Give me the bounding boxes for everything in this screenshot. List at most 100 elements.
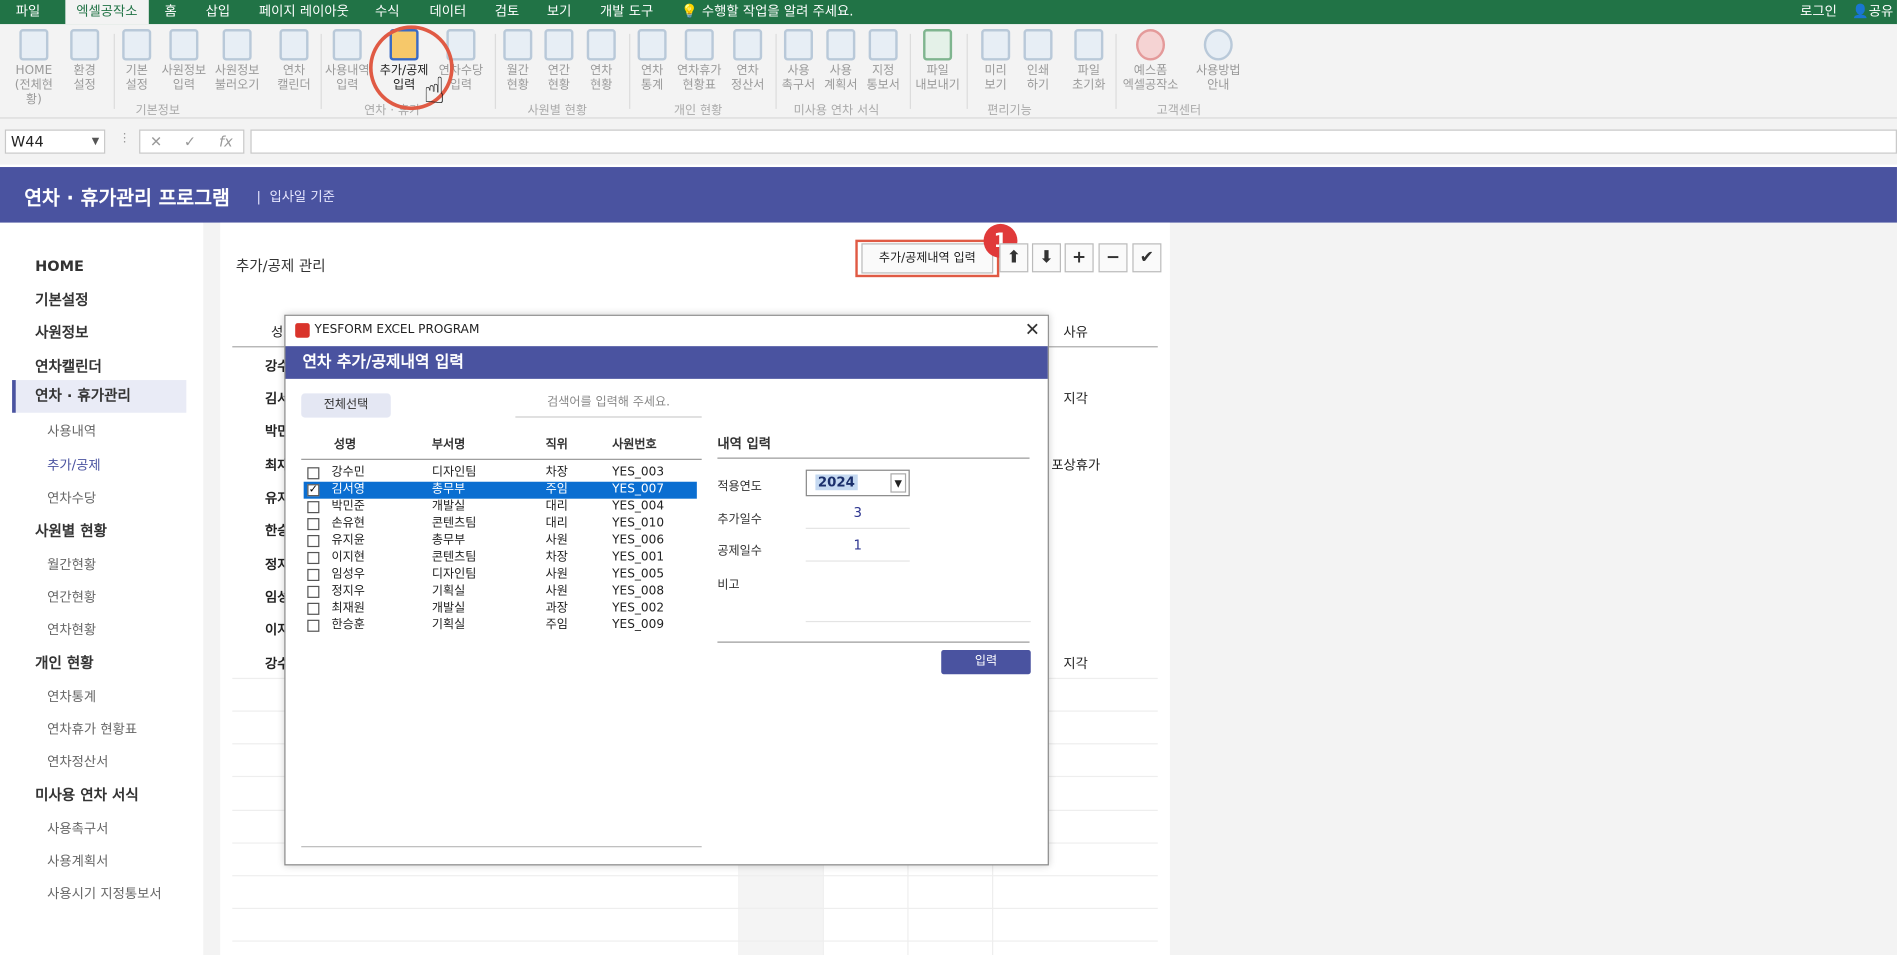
tab-formulas[interactable]: 수식: [375, 0, 399, 24]
checkbox[interactable]: [307, 501, 320, 514]
ribbon-usage-input-button[interactable]: 사용내역 입력: [322, 29, 373, 93]
sidebar-item-annual-status[interactable]: 연차현황: [47, 620, 96, 639]
tab-developer[interactable]: 개발 도구: [600, 0, 653, 24]
tab-data[interactable]: 데이터: [429, 0, 466, 24]
tab-excel-workshop[interactable]: 엑셀공작소: [65, 0, 149, 25]
checkbox[interactable]: [307, 534, 320, 548]
ribbon-reset-button[interactable]: 파일 초기화: [1063, 29, 1114, 93]
sidebar-item-urge[interactable]: 사용촉구서: [47, 818, 108, 837]
share-label: 공유: [1868, 3, 1894, 20]
sidebar-item-home[interactable]: HOME: [35, 258, 84, 275]
checkbox[interactable]: [307, 602, 320, 615]
ribbon-settlement-button[interactable]: 연차 정산서: [722, 29, 773, 93]
list-item[interactable]: 이지현 콘텐츠팀 차장 YES_001: [304, 550, 697, 567]
ribbon-employee-input-button[interactable]: 사원정보 입력: [158, 29, 209, 93]
ribbon-basic-settings-button[interactable]: 기본 설정: [111, 29, 162, 93]
sidebar-item-stats[interactable]: 연차통계: [47, 686, 96, 705]
tab-view[interactable]: 보기: [547, 0, 571, 24]
remark-field[interactable]: [805, 592, 1031, 623]
sidebar-item-by-employee[interactable]: 사원별 현황: [35, 520, 107, 541]
list-item[interactable]: 한승훈 기획실 주임 YES_009: [304, 617, 697, 634]
add-days-label: 추가일수: [717, 513, 762, 527]
list-item[interactable]: 정지우 기획실 사원 YES_008: [304, 583, 697, 600]
ribbon-employee-import-button[interactable]: 사원정보 불러오기: [212, 29, 263, 93]
sidebar-item-add-deduct[interactable]: 추가/공제: [47, 455, 100, 474]
column-header-position: 직위: [545, 438, 568, 452]
list-item[interactable]: 유지윤 총무부 사원 YES_006: [304, 533, 697, 550]
ribbon-print-button[interactable]: 인쇄 하기: [1013, 29, 1064, 93]
checkbox[interactable]: ✓: [307, 484, 320, 497]
deduct-days-field[interactable]: 1: [805, 533, 910, 562]
sidebar-item-leave-management[interactable]: 연차 · 휴가관리: [12, 380, 187, 413]
sidebar-item-monthly[interactable]: 월간현황: [47, 554, 96, 573]
list-item[interactable]: 최재원 개발실 과장 YES_002: [304, 600, 697, 617]
sidebar-item-usage[interactable]: 사용내역: [47, 421, 96, 440]
ribbon-stats-button[interactable]: 연차 통계: [627, 29, 678, 93]
checkbox[interactable]: [307, 585, 320, 598]
share-button[interactable]: 👤공유: [1852, 0, 1893, 23]
ribbon-group-label: 고객센터: [1156, 104, 1202, 118]
list-item[interactable]: 손유현 콘텐츠팀 대리 YES_010: [304, 516, 697, 533]
sidebar-item-notice[interactable]: 사용시기 지정통보서: [47, 884, 161, 903]
sidebar-item-personal[interactable]: 개인 현황: [35, 652, 93, 673]
separator: |: [256, 188, 261, 205]
sidebar-item-employee[interactable]: 사원정보: [35, 322, 88, 343]
list-item[interactable]: 박민준 개발실 대리 YES_004: [304, 499, 697, 516]
ribbon-home-button[interactable]: HOME (전체현황): [8, 29, 59, 108]
add-days-field[interactable]: 3: [805, 500, 910, 529]
arrow-down-icon: ⬇: [1039, 248, 1054, 268]
checkbox[interactable]: [307, 551, 320, 565]
program-subtitle-text: 입사일 기준: [269, 188, 335, 205]
sidebar-item-unused-forms[interactable]: 미사용 연차 서식: [35, 784, 139, 805]
page-title: 추가/공제 관리: [235, 257, 326, 275]
move-down-button[interactable]: ⬇: [1031, 243, 1061, 273]
sidebar-item-allowance[interactable]: 연차수당: [47, 488, 96, 507]
confirm-button[interactable]: ✔: [1132, 243, 1162, 273]
checkbox[interactable]: [307, 619, 320, 632]
ribbon-annual-status-button[interactable]: 연차 현황: [576, 29, 627, 93]
tell-me-box[interactable]: 💡 수행할 작업을 알려 주세요.: [681, 0, 853, 23]
chevron-down-icon[interactable]: ▼: [890, 473, 907, 493]
ribbon-export-button[interactable]: 파일 내보내기: [912, 29, 963, 93]
confirm-icon[interactable]: ✓: [184, 131, 196, 153]
sidebar-item-settlement[interactable]: 연차정산서: [47, 752, 108, 771]
sidebar-item-yearly[interactable]: 연간현황: [47, 587, 96, 606]
sidebar-item-status-table[interactable]: 연차휴가 현황표: [47, 719, 137, 738]
submit-button[interactable]: 입력: [941, 649, 1031, 675]
ribbon-env-settings-button[interactable]: 환경 설정: [59, 29, 110, 93]
tab-home[interactable]: 홈: [165, 0, 177, 24]
ribbon-status-table-button[interactable]: 연차휴가 현황표: [674, 29, 725, 93]
ribbon-brand-button[interactable]: 예스폼 엑셀공작소: [1119, 29, 1182, 93]
search-input[interactable]: 검색어를 입력해 주세요.: [515, 391, 702, 418]
remove-row-button[interactable]: −: [1098, 243, 1128, 273]
name-box[interactable]: W44 ▼: [4, 129, 106, 154]
sidebar-item-calendar[interactable]: 연차캘린더: [35, 356, 102, 377]
login-link[interactable]: 로그인: [1800, 0, 1837, 23]
list-item[interactable]: 강수민 디자인팀 차장 YES_003: [304, 465, 697, 482]
checkbox[interactable]: [307, 568, 320, 581]
chevron-down-icon[interactable]: ▼: [92, 131, 99, 153]
tab-review[interactable]: 검토: [495, 0, 519, 24]
list-item[interactable]: 임성우 디자인팀 사원 YES_005: [304, 566, 697, 583]
add-row-button[interactable]: +: [1064, 243, 1094, 273]
function-icon[interactable]: fx: [219, 131, 233, 153]
tab-insert[interactable]: 삽입: [206, 0, 230, 24]
sidebar-item-plan[interactable]: 사용계획서: [47, 851, 108, 870]
ribbon-calendar-button[interactable]: 연차 캘린더: [269, 29, 320, 93]
close-icon[interactable]: ✕: [1025, 318, 1040, 340]
select-all-button[interactable]: 전체선택: [301, 393, 391, 418]
checkbox[interactable]: [307, 518, 320, 531]
checkbox[interactable]: [307, 467, 320, 480]
move-up-button[interactable]: ⬆: [999, 243, 1029, 273]
ribbon-notice-button[interactable]: 지정 통보서: [858, 29, 909, 93]
ribbon-help-button[interactable]: 사용방법 안내: [1190, 29, 1246, 93]
sidebar-item-basic-settings[interactable]: 기본설정: [35, 289, 88, 310]
list-item[interactable]: ✓ 김서영 총무부 주임 YES_007: [303, 481, 697, 499]
tab-file[interactable]: 파일: [16, 0, 40, 24]
user-icon: 👤: [1852, 3, 1869, 20]
settings-icon: [122, 29, 152, 61]
cancel-icon[interactable]: ✕: [150, 131, 162, 153]
tab-page-layout[interactable]: 페이지 레이아웃: [259, 0, 349, 24]
formula-input[interactable]: [250, 129, 1897, 154]
year-select[interactable]: 2024 ▼: [805, 469, 910, 497]
